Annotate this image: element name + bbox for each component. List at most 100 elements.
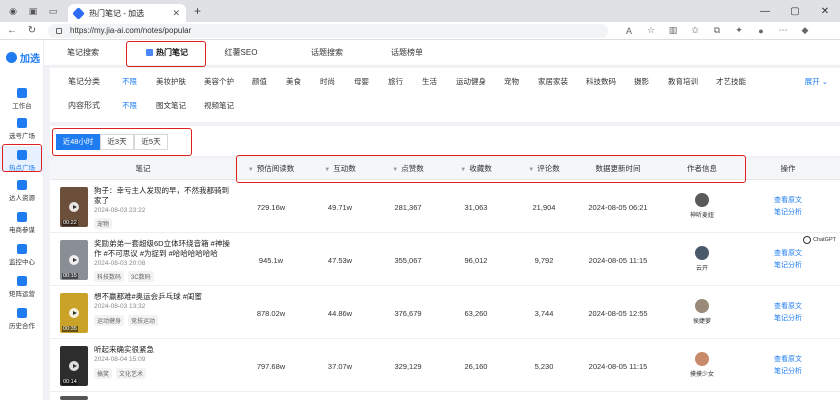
new-tab-icon[interactable]: + <box>194 4 201 18</box>
chatgpt-badge[interactable]: ChatGPT <box>801 235 838 245</box>
cell-updated: 2024-08-05 11:15 <box>588 361 648 371</box>
tab-seo[interactable]: 红薯SEO <box>216 40 266 66</box>
author-info[interactable]: 侯婕萝 <box>658 287 746 339</box>
time-filter-48h[interactable]: 近48小时 <box>56 134 100 150</box>
note-thumbnail[interactable]: 00:14 <box>60 346 88 386</box>
sidebar-item-creators[interactable]: 达人资源 <box>0 180 44 202</box>
note-title[interactable]: 狗子：幸亏主人发现的早，不然我都骑到家了 <box>94 186 234 206</box>
view-original-link[interactable]: 查看原文 <box>774 248 802 260</box>
video-duration: 00:15 <box>62 273 78 279</box>
author-info[interactable]: 摸摸少女 <box>658 340 746 392</box>
analyze-note-link[interactable]: 笔记分析 <box>774 313 802 325</box>
sidebar-item-workbench[interactable]: 工作台 <box>0 88 44 110</box>
url-field[interactable]: https://my.jia-ai.com/notes/popular <box>48 23 608 38</box>
copilot-icon[interactable]: ◆ <box>794 25 816 36</box>
maximize-icon[interactable]: ▢ <box>780 6 810 17</box>
profile-avatar-icon[interactable]: ● <box>750 26 772 36</box>
category-option[interactable]: 生活 <box>422 74 437 90</box>
analyze-note-link[interactable]: 笔记分析 <box>774 207 802 219</box>
author-info[interactable]: 神听麦妞 <box>658 181 746 233</box>
category-option[interactable]: 旅行 <box>388 74 403 90</box>
close-tab-icon[interactable]: ✕ <box>172 8 180 19</box>
sidebar-item-account-square[interactable]: 选号广场 <box>0 118 44 140</box>
tab-hot-notes[interactable]: 热门笔记 <box>132 40 202 66</box>
note-title[interactable]: 想不赢都难#奥运会乒乓球 #闺蜜 <box>94 292 234 302</box>
split-screen-icon[interactable]: ▥ <box>662 25 684 36</box>
note-thumbnail[interactable]: 00:15 <box>60 240 88 280</box>
brand-logo[interactable]: 加选 <box>6 50 40 65</box>
sidebar-item-monitor[interactable]: 监控中心 <box>0 244 44 266</box>
expand-filters-button[interactable]: 展开 ⌄ <box>805 74 828 90</box>
table-row[interactable]: 00:14 听起来确实很紧急 2024-08-04 15:09 搞笑 文化艺术 … <box>50 340 840 392</box>
read-aloud-icon[interactable]: A <box>618 26 640 36</box>
tab-actions-icon[interactable]: ▭ <box>46 4 60 18</box>
minimize-icon[interactable]: — <box>750 6 780 17</box>
back-icon[interactable]: ← <box>4 25 20 36</box>
category-option[interactable]: 美容个护 <box>204 74 234 90</box>
note-thumbnail[interactable] <box>60 396 88 400</box>
analyze-note-link[interactable]: 笔记分析 <box>774 260 802 272</box>
workspaces-icon[interactable]: ▣ <box>26 4 40 18</box>
column-header-author: 作者信息 <box>687 164 717 173</box>
column-header-interactions[interactable]: ▼ 互动数 <box>306 158 374 180</box>
column-header-reads[interactable]: ▼ 预估阅读数 <box>236 158 306 180</box>
note-title[interactable]: 奖励弟弟一套超级6D立体环绕音箱 #神操作 #不可思议 #为捉到 #哈哈哈哈哈哈 <box>94 239 234 259</box>
profile-icon[interactable]: ◉ <box>6 4 20 18</box>
time-filter-3d[interactable]: 近3天 <box>100 134 134 150</box>
view-original-link[interactable]: 查看原文 <box>774 195 802 207</box>
tab-note-search[interactable]: 笔记搜索 <box>58 40 108 66</box>
note-thumbnail[interactable]: 00:22 <box>60 187 88 227</box>
close-window-icon[interactable]: ✕ <box>810 6 840 17</box>
view-original-link[interactable]: 查看原文 <box>774 301 802 313</box>
note-tag: 搞笑 <box>94 368 113 379</box>
form-option[interactable]: 不限 <box>122 98 137 114</box>
category-option[interactable]: 科技数码 <box>586 74 616 90</box>
category-option[interactable]: 母婴 <box>354 74 369 90</box>
form-label: 内容形式 <box>68 101 100 110</box>
table-row[interactable]: 00:35 想不赢都难#奥运会乒乓球 #闺蜜 2024-08-03 13:32 … <box>50 287 840 339</box>
category-option[interactable]: 时尚 <box>320 74 335 90</box>
table-row[interactable] <box>50 393 840 400</box>
category-option[interactable]: 颜值 <box>252 74 267 90</box>
category-option[interactable]: 宠物 <box>504 74 519 90</box>
sidebar-item-label: 矩阵运营 <box>9 291 35 298</box>
avatar <box>695 193 709 207</box>
analyze-note-link[interactable]: 笔记分析 <box>774 366 802 378</box>
view-original-link[interactable]: 查看原文 <box>774 354 802 366</box>
note-thumbnail[interactable]: 00:35 <box>60 293 88 333</box>
column-header-collects[interactable]: ▼ 收藏数 <box>442 158 510 180</box>
form-option[interactable]: 图文笔记 <box>156 98 186 114</box>
sidebar-item-matrix[interactable]: 矩阵运营 <box>0 276 44 298</box>
more-options-icon[interactable]: ⋯ <box>772 25 794 36</box>
refresh-icon[interactable]: ↻ <box>24 25 40 36</box>
extensions-icon[interactable]: ✦ <box>728 25 750 36</box>
sidebar-item-hot-square[interactable]: 热点广场 <box>0 146 44 172</box>
column-header-likes[interactable]: ▼ 点赞数 <box>374 158 442 180</box>
sort-icon: ▼ <box>324 167 331 173</box>
column-header-comments[interactable]: ▼ 评论数 <box>510 158 578 180</box>
tab-topic-ranking[interactable]: 话题榜单 <box>382 40 432 66</box>
time-filter-5d[interactable]: 近5天 <box>134 134 168 150</box>
sidebar-item-ecommerce[interactable]: 电商参谋 <box>0 212 44 234</box>
category-option[interactable]: 不限 <box>122 74 137 90</box>
author-info[interactable]: 云开 <box>658 234 746 286</box>
column-header-label: 预估阅读数 <box>256 164 295 173</box>
collections-icon[interactable]: ⧉ <box>706 25 728 36</box>
browser-tab[interactable]: 热门笔记 - 加选 ✕ <box>68 4 186 22</box>
favorites-icon[interactable]: ✩ <box>684 25 706 36</box>
form-option[interactable]: 视频笔记 <box>204 98 234 114</box>
category-option[interactable]: 家居家装 <box>538 74 568 90</box>
category-option[interactable]: 摄影 <box>634 74 649 90</box>
tab-topic-search[interactable]: 话题搜索 <box>302 40 352 66</box>
note-title[interactable]: 听起来确实很紧急 <box>94 345 234 355</box>
table-row[interactable]: 00:22 狗子：幸亏主人发现的早，不然我都骑到家了 2024-08-03 23… <box>50 181 840 233</box>
category-option[interactable]: 教育培训 <box>668 74 698 90</box>
category-option[interactable]: 运动健身 <box>456 74 486 90</box>
category-option[interactable]: 美食 <box>286 74 301 90</box>
favorite-star-icon[interactable]: ☆ <box>640 25 662 36</box>
sidebar-item-history[interactable]: 历史合作 <box>0 308 44 330</box>
table-row[interactable]: 00:15 奖励弟弟一套超级6D立体环绕音箱 #神操作 #不可思议 #为捉到 #… <box>50 234 840 286</box>
category-option[interactable]: 美妆护肤 <box>156 74 186 90</box>
column-header-ops: 操作 <box>780 164 796 173</box>
category-option[interactable]: 才艺技能 <box>716 74 746 90</box>
